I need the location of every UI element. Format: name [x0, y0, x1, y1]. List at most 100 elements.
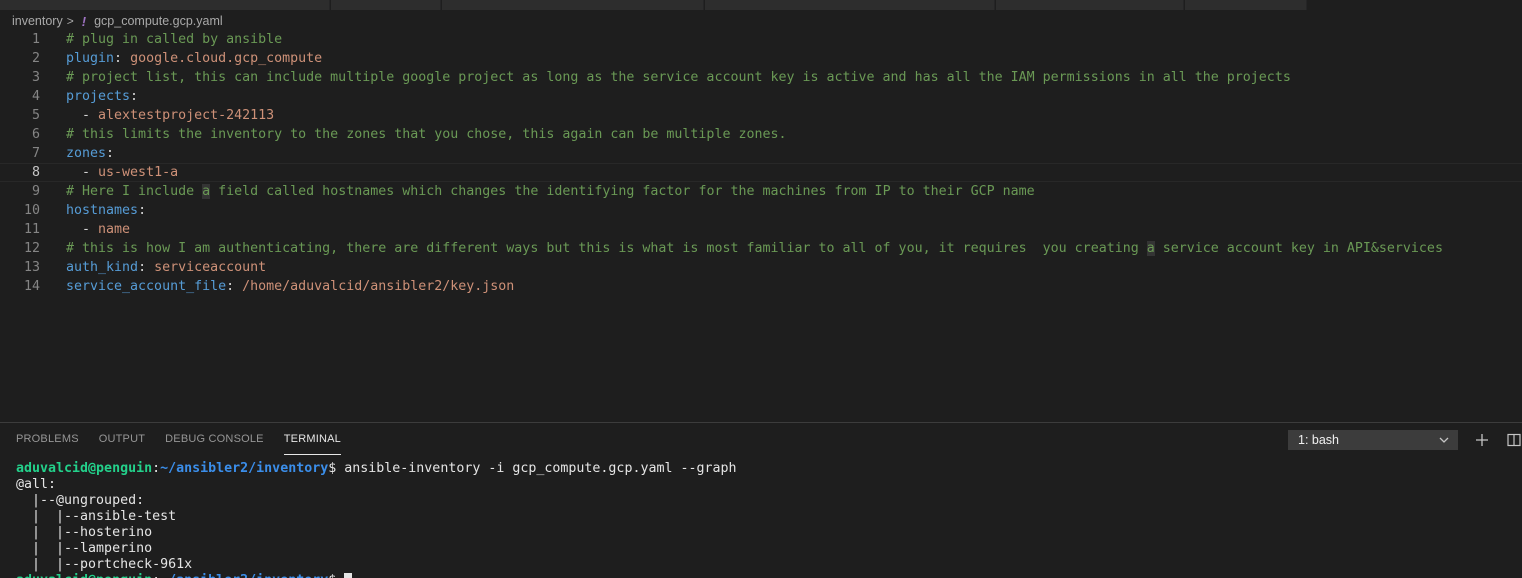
line-number: 5	[31, 108, 40, 123]
code-token: :	[114, 51, 131, 66]
terminal-select-value: 1: bash	[1298, 433, 1340, 447]
terminal-command: ansible-inventory -i gcp_compute.gcp.yam…	[344, 461, 737, 476]
chevron-right-icon: >	[66, 14, 74, 28]
code-token: serviceaccount	[154, 260, 267, 275]
line-number: 7	[31, 146, 40, 161]
terminal-output-line: | |--ansible-test	[16, 509, 177, 524]
code-token: name	[98, 222, 131, 237]
code-token: :	[130, 89, 139, 104]
code-text: # Here I include a field called hostname…	[66, 184, 1035, 199]
code-line[interactable]: 3 # project list, this can include multip…	[0, 68, 1522, 87]
terminal-output-line: |--@ungrouped:	[16, 493, 145, 508]
tab-terminal[interactable]: TERMINAL	[283, 423, 342, 455]
code-token: plugin	[66, 51, 115, 66]
code-editor[interactable]: 1 # plug in called by ansible 2 plugin: goo…	[0, 30, 1522, 422]
code-text: # plug in called by ansible	[66, 32, 282, 47]
terminal-prompt-line: aduvalcid@penguin:~/ansibler2/inventory$…	[16, 461, 737, 477]
line-number: 12	[23, 241, 40, 256]
code-line[interactable]: 8 - us-west1-a	[0, 163, 1522, 182]
code-token: -	[66, 222, 99, 237]
code-line[interactable]: 12 # this is how I am authenticating, the…	[0, 239, 1522, 258]
code-text: zones:	[66, 146, 114, 161]
editor-tab[interactable]	[705, 0, 995, 10]
code-line[interactable]: 9 # Here I include a field called hostnam…	[0, 182, 1522, 201]
editor-tab[interactable]	[996, 0, 1184, 10]
terminal-path: ~/ansibler2/inventory	[160, 573, 328, 578]
code-token: :	[138, 260, 155, 275]
line-number: 2	[31, 51, 40, 66]
line-number: 1	[31, 32, 40, 47]
code-token: service_account_file	[66, 279, 227, 294]
code-line[interactable]: 13 auth_kind: serviceaccount	[0, 258, 1522, 277]
terminal-prompt-sep: :	[152, 573, 160, 578]
code-token: projects	[66, 89, 131, 104]
code-line[interactable]: 10 hostnames:	[0, 201, 1522, 220]
terminal-prompt-end: $	[328, 461, 345, 476]
terminal-prompt-end: $	[328, 573, 344, 578]
line-number: 9	[31, 184, 40, 199]
line-number: 4	[31, 89, 40, 104]
code-line[interactable]: 11 - name	[0, 220, 1522, 239]
tab-output[interactable]: OUTPUT	[99, 423, 145, 455]
bottom-panel: PROBLEMS OUTPUT DEBUG CONSOLE TERMINAL 1: b…	[0, 422, 1522, 578]
yaml-file-icon: !	[81, 13, 87, 29]
code-text: - us-west1-a	[66, 165, 178, 180]
code-token: :	[106, 146, 115, 161]
terminal-select[interactable]: 1: bash	[1288, 430, 1458, 450]
code-token: # this is how I am authenticating, there…	[66, 241, 1147, 256]
tab-problems[interactable]: PROBLEMS	[16, 423, 79, 455]
code-line[interactable]: 2 plugin: google.cloud.gcp_compute	[0, 49, 1522, 68]
code-token: # plug in called by ansible	[66, 32, 283, 47]
code-token: /home/aduvalcid/ansibler2/key.json	[242, 279, 515, 294]
editor-tab[interactable]	[442, 0, 704, 10]
code-token: a	[202, 184, 211, 199]
code-token: -	[66, 108, 99, 123]
terminal[interactable]: aduvalcid@penguin:~/ansibler2/inventory$…	[16, 461, 737, 578]
terminal-prompt-sep: :	[152, 461, 161, 476]
line-number: 14	[23, 279, 40, 294]
code-token: us-west1-a	[98, 165, 179, 180]
line-number: 13	[23, 260, 40, 275]
editor-tab[interactable]	[1185, 0, 1307, 10]
code-token: auth_kind	[66, 260, 139, 275]
code-token: alextestproject-242113	[98, 108, 275, 123]
code-line[interactable]: 6 # this limits the inventory to the zone…	[0, 125, 1522, 144]
terminal-cursor	[344, 573, 353, 578]
code-text: # this limits the inventory to the zones…	[66, 127, 787, 142]
code-text: auth_kind: serviceaccount	[66, 260, 266, 275]
line-number: 3	[31, 70, 40, 85]
code-token: service account key in API&services	[1154, 241, 1443, 256]
terminal-output-line: | |--hosterino	[16, 525, 153, 540]
breadcrumb: inventory > ! gcp_compute.gcp.yaml	[0, 11, 223, 31]
split-terminal-icon[interactable]	[1504, 429, 1522, 451]
editor-tab-strip	[0, 0, 1522, 10]
line-number: 6	[31, 127, 40, 142]
breadcrumb-folder[interactable]: inventory	[12, 14, 63, 28]
breadcrumb-file[interactable]: gcp_compute.gcp.yaml	[94, 14, 223, 28]
code-line[interactable]: 4 projects:	[0, 87, 1522, 106]
code-line[interactable]: 5 - alextestproject-242113	[0, 106, 1522, 125]
code-line[interactable]: 7 zones:	[0, 144, 1522, 163]
terminal-active-line: aduvalcid@penguin:~/ansibler2/inventory$	[16, 573, 737, 578]
line-number: 10	[23, 203, 40, 218]
terminal-path: ~/ansibler2/inventory	[160, 461, 329, 476]
code-token: :	[226, 279, 243, 294]
code-text: hostnames:	[66, 203, 146, 218]
code-line[interactable]: 14 service_account_file: /home/aduvalcid/…	[0, 277, 1522, 296]
panel-tabs: PROBLEMS OUTPUT DEBUG CONSOLE TERMINAL	[0, 423, 342, 455]
code-text: # project list, this can include multipl…	[66, 70, 1291, 85]
code-line[interactable]: 1 # plug in called by ansible	[0, 30, 1522, 49]
plus-icon[interactable]	[1472, 429, 1492, 451]
code-token: # Here I include	[66, 184, 203, 199]
code-text: projects:	[66, 89, 138, 104]
code-text: - alextestproject-242113	[66, 108, 274, 123]
tab-debug-console[interactable]: DEBUG CONSOLE	[165, 423, 264, 455]
code-text: # this is how I am authenticating, there…	[66, 241, 1443, 256]
editor-tab[interactable]	[331, 0, 441, 10]
code-token: # project list, this can include multipl…	[66, 70, 1291, 85]
editor-tab[interactable]	[0, 0, 330, 10]
code-text: - name	[66, 222, 130, 237]
code-text: plugin: google.cloud.gcp_compute	[66, 51, 322, 66]
terminal-user: aduvalcid@penguin	[16, 573, 152, 578]
code-token: # this limits the inventory to the zones…	[66, 127, 787, 142]
